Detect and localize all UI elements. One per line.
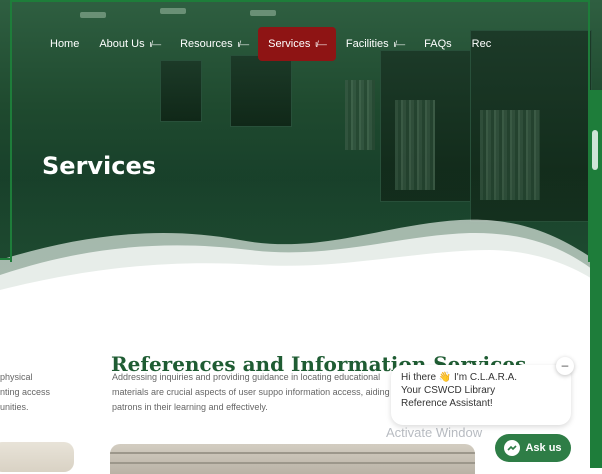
nav-label: Resources (180, 38, 233, 50)
page-title: Services (42, 152, 157, 181)
frame-edge (0, 258, 12, 260)
chat-greeting-text: Hi there 👋 I'm C.L.A.R.A. Your CSWCD Lib… (401, 371, 565, 410)
image-detail (110, 462, 475, 464)
nav-about-us[interactable]: About Us ɩ/— (89, 27, 170, 61)
dropdown-caret-icon: ɩ/— (237, 39, 249, 49)
close-chat-icon[interactable]: – (556, 357, 574, 375)
section-description: Addressing inquiries and providing guida… (112, 372, 390, 412)
nav-label: About Us (99, 38, 145, 50)
activate-windows-watermark: Activate Window (386, 425, 483, 440)
ask-us-label: Ask us (525, 442, 562, 454)
service-image (110, 444, 475, 474)
dropdown-caret-icon: ɩ/— (393, 39, 405, 49)
image-detail (110, 452, 475, 454)
nav-rec[interactable]: Rec (462, 27, 502, 61)
greeting-line: Reference Assistant! (401, 398, 493, 409)
dropdown-caret-icon: ɩ/— (149, 39, 161, 49)
ask-us-button[interactable]: Ask us (495, 434, 571, 462)
scrollbar-thumb[interactable] (592, 130, 598, 170)
nav-label: FAQs (424, 38, 452, 50)
nav-label: Services (268, 38, 311, 50)
wave-emoji-icon: 👋 (438, 372, 452, 383)
nav-label: Facilities (345, 38, 389, 50)
nav-home[interactable]: Home (40, 27, 89, 61)
main-nav: Home About Us ɩ/— Resources ɩ/— Services… (40, 27, 501, 61)
dropdown-caret-icon: ɩ/— (315, 39, 326, 49)
nav-label: Rec (471, 38, 492, 50)
nav-label: Home (50, 38, 80, 50)
nav-services[interactable]: Services ɩ/— (258, 27, 336, 61)
nav-facilities[interactable]: Facilities ɩ/— (336, 27, 414, 61)
chat-greeting-bubble[interactable]: Hi there 👋 I'm C.L.A.R.A. Your CSWCD Lib… (391, 365, 571, 425)
messenger-icon (504, 440, 521, 456)
nav-resources[interactable]: Resources ɩ/— (170, 27, 258, 61)
left-card-text: physical nting access unities. (0, 372, 51, 412)
greeting-line: Your CSWCD Library (401, 385, 496, 396)
greeting-line: Hi there (401, 372, 437, 383)
greeting-line: I'm C.L.A.R.A. (454, 372, 518, 383)
nav-faqs[interactable]: FAQs (414, 27, 462, 61)
